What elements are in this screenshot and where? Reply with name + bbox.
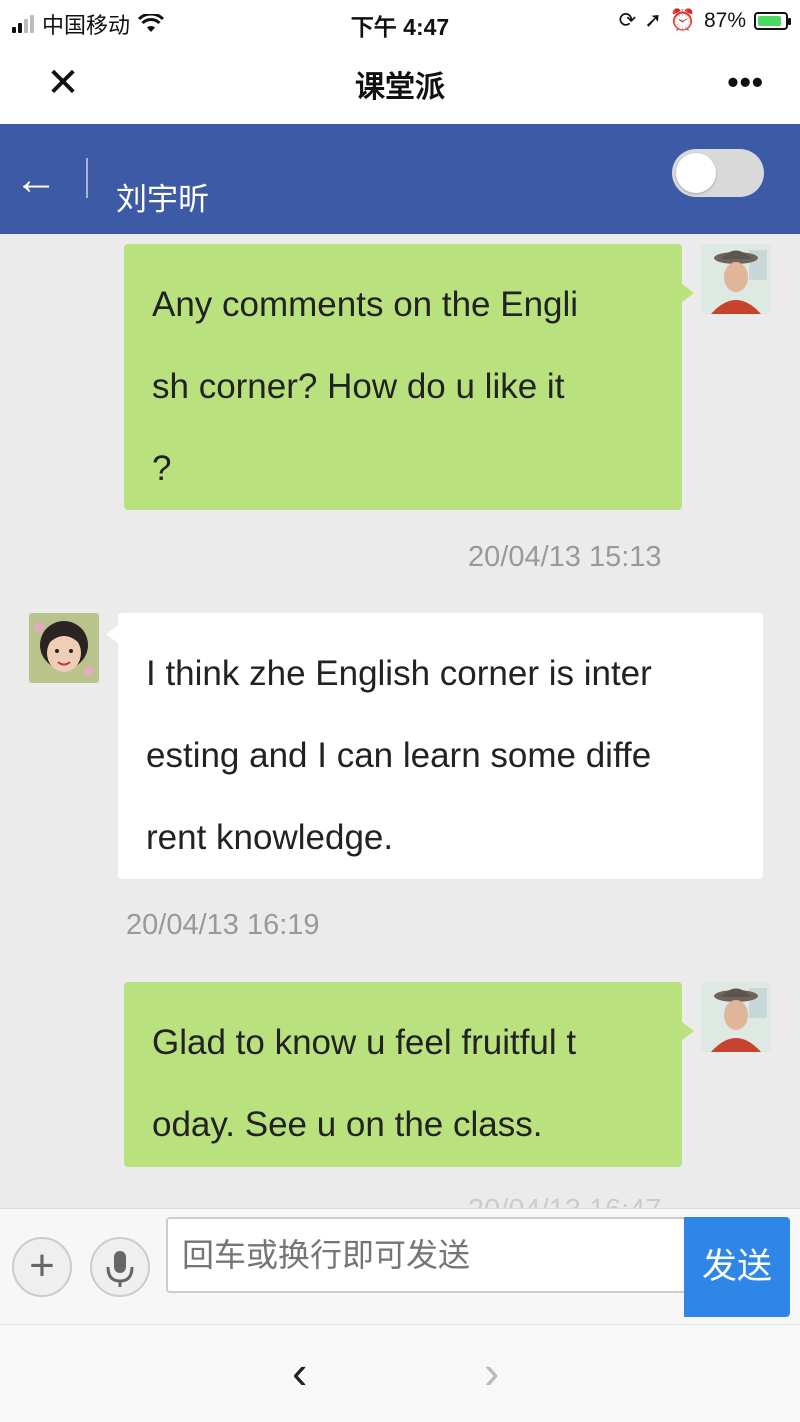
chevron-left-icon[interactable]: ‹ <box>292 1347 307 1397</box>
chat-header: ← 刘宇昕 <box>0 124 800 234</box>
toggle-knob <box>676 153 716 193</box>
alarm-icon: ⏰ <box>669 8 696 32</box>
bubble-tail <box>682 1022 694 1040</box>
battery-charging-icon <box>754 11 791 30</box>
battery-percent: 87% <box>703 8 746 32</box>
plus-icon[interactable]: + <box>12 1237 72 1297</box>
orientation-lock-icon: ⟳ <box>618 9 637 32</box>
microphone-icon[interactable] <box>90 1237 150 1297</box>
microphone-glyph <box>106 1251 134 1287</box>
outgoing-message-bubble[interactable]: Glad to know u feel fruitful t oday. See… <box>124 982 682 1167</box>
message-line: sh corner? How do u like it <box>152 367 565 406</box>
title-bar: ✕ 课堂派 ••• <box>0 42 800 124</box>
more-icon[interactable]: ••• <box>727 64 764 101</box>
bottom-nav: ‹ › <box>0 1324 800 1422</box>
input-bar: + 发送 <box>0 1208 800 1325</box>
message-line: Any comments on the Engli <box>152 285 579 324</box>
teacher-avatar[interactable] <box>701 982 771 1052</box>
back-arrow-icon[interactable]: ← <box>14 158 68 202</box>
teacher-avatar[interactable] <box>701 244 771 314</box>
chat-area[interactable]: Any comments on the Engli sh corner? How… <box>0 234 800 1208</box>
message-line: oday. See u on the class. <box>152 1105 543 1144</box>
send-button[interactable]: 发送 <box>684 1217 790 1317</box>
bubble-tail <box>682 284 694 302</box>
student-avatar[interactable] <box>29 613 99 683</box>
incoming-message-bubble[interactable]: I think zhe English corner is inter esti… <box>118 613 763 879</box>
message-timestamp: 20/04/13 15:13 <box>468 541 662 573</box>
status-bar: 中国移动 下午 4:47 ⟳ ➚ ⏰ 87% <box>0 0 800 42</box>
bubble-tail <box>106 625 118 643</box>
message-timestamp: 20/04/13 16:19 <box>126 909 320 941</box>
chevron-right-icon[interactable]: › <box>484 1347 499 1397</box>
student-avatar-image <box>29 613 99 683</box>
page-title: 课堂派 <box>355 71 445 104</box>
header-toggle[interactable] <box>672 149 764 197</box>
message-line: I think zhe English corner is inter <box>146 654 652 693</box>
message-line: Glad to know u feel fruitful t <box>152 1023 577 1062</box>
contact-name: 刘宇昕 <box>116 182 209 217</box>
message-input[interactable] <box>166 1217 686 1293</box>
teacher-avatar-image <box>701 982 771 1052</box>
teacher-avatar-image <box>701 244 771 314</box>
message-line: rent knowledge. <box>146 818 394 857</box>
message-timestamp: 20/04/13 16:47 <box>468 1194 662 1208</box>
location-icon: ➚ <box>644 9 662 32</box>
header-divider <box>86 158 88 198</box>
status-right: ⟳ ➚ ⏰ 87% <box>618 8 791 33</box>
battery-fill <box>758 15 781 26</box>
message-line: esting and I can learn some diffe <box>146 736 652 775</box>
outgoing-message-bubble[interactable]: Any comments on the Engli sh corner? How… <box>124 244 682 510</box>
message-line: ? <box>152 449 172 488</box>
